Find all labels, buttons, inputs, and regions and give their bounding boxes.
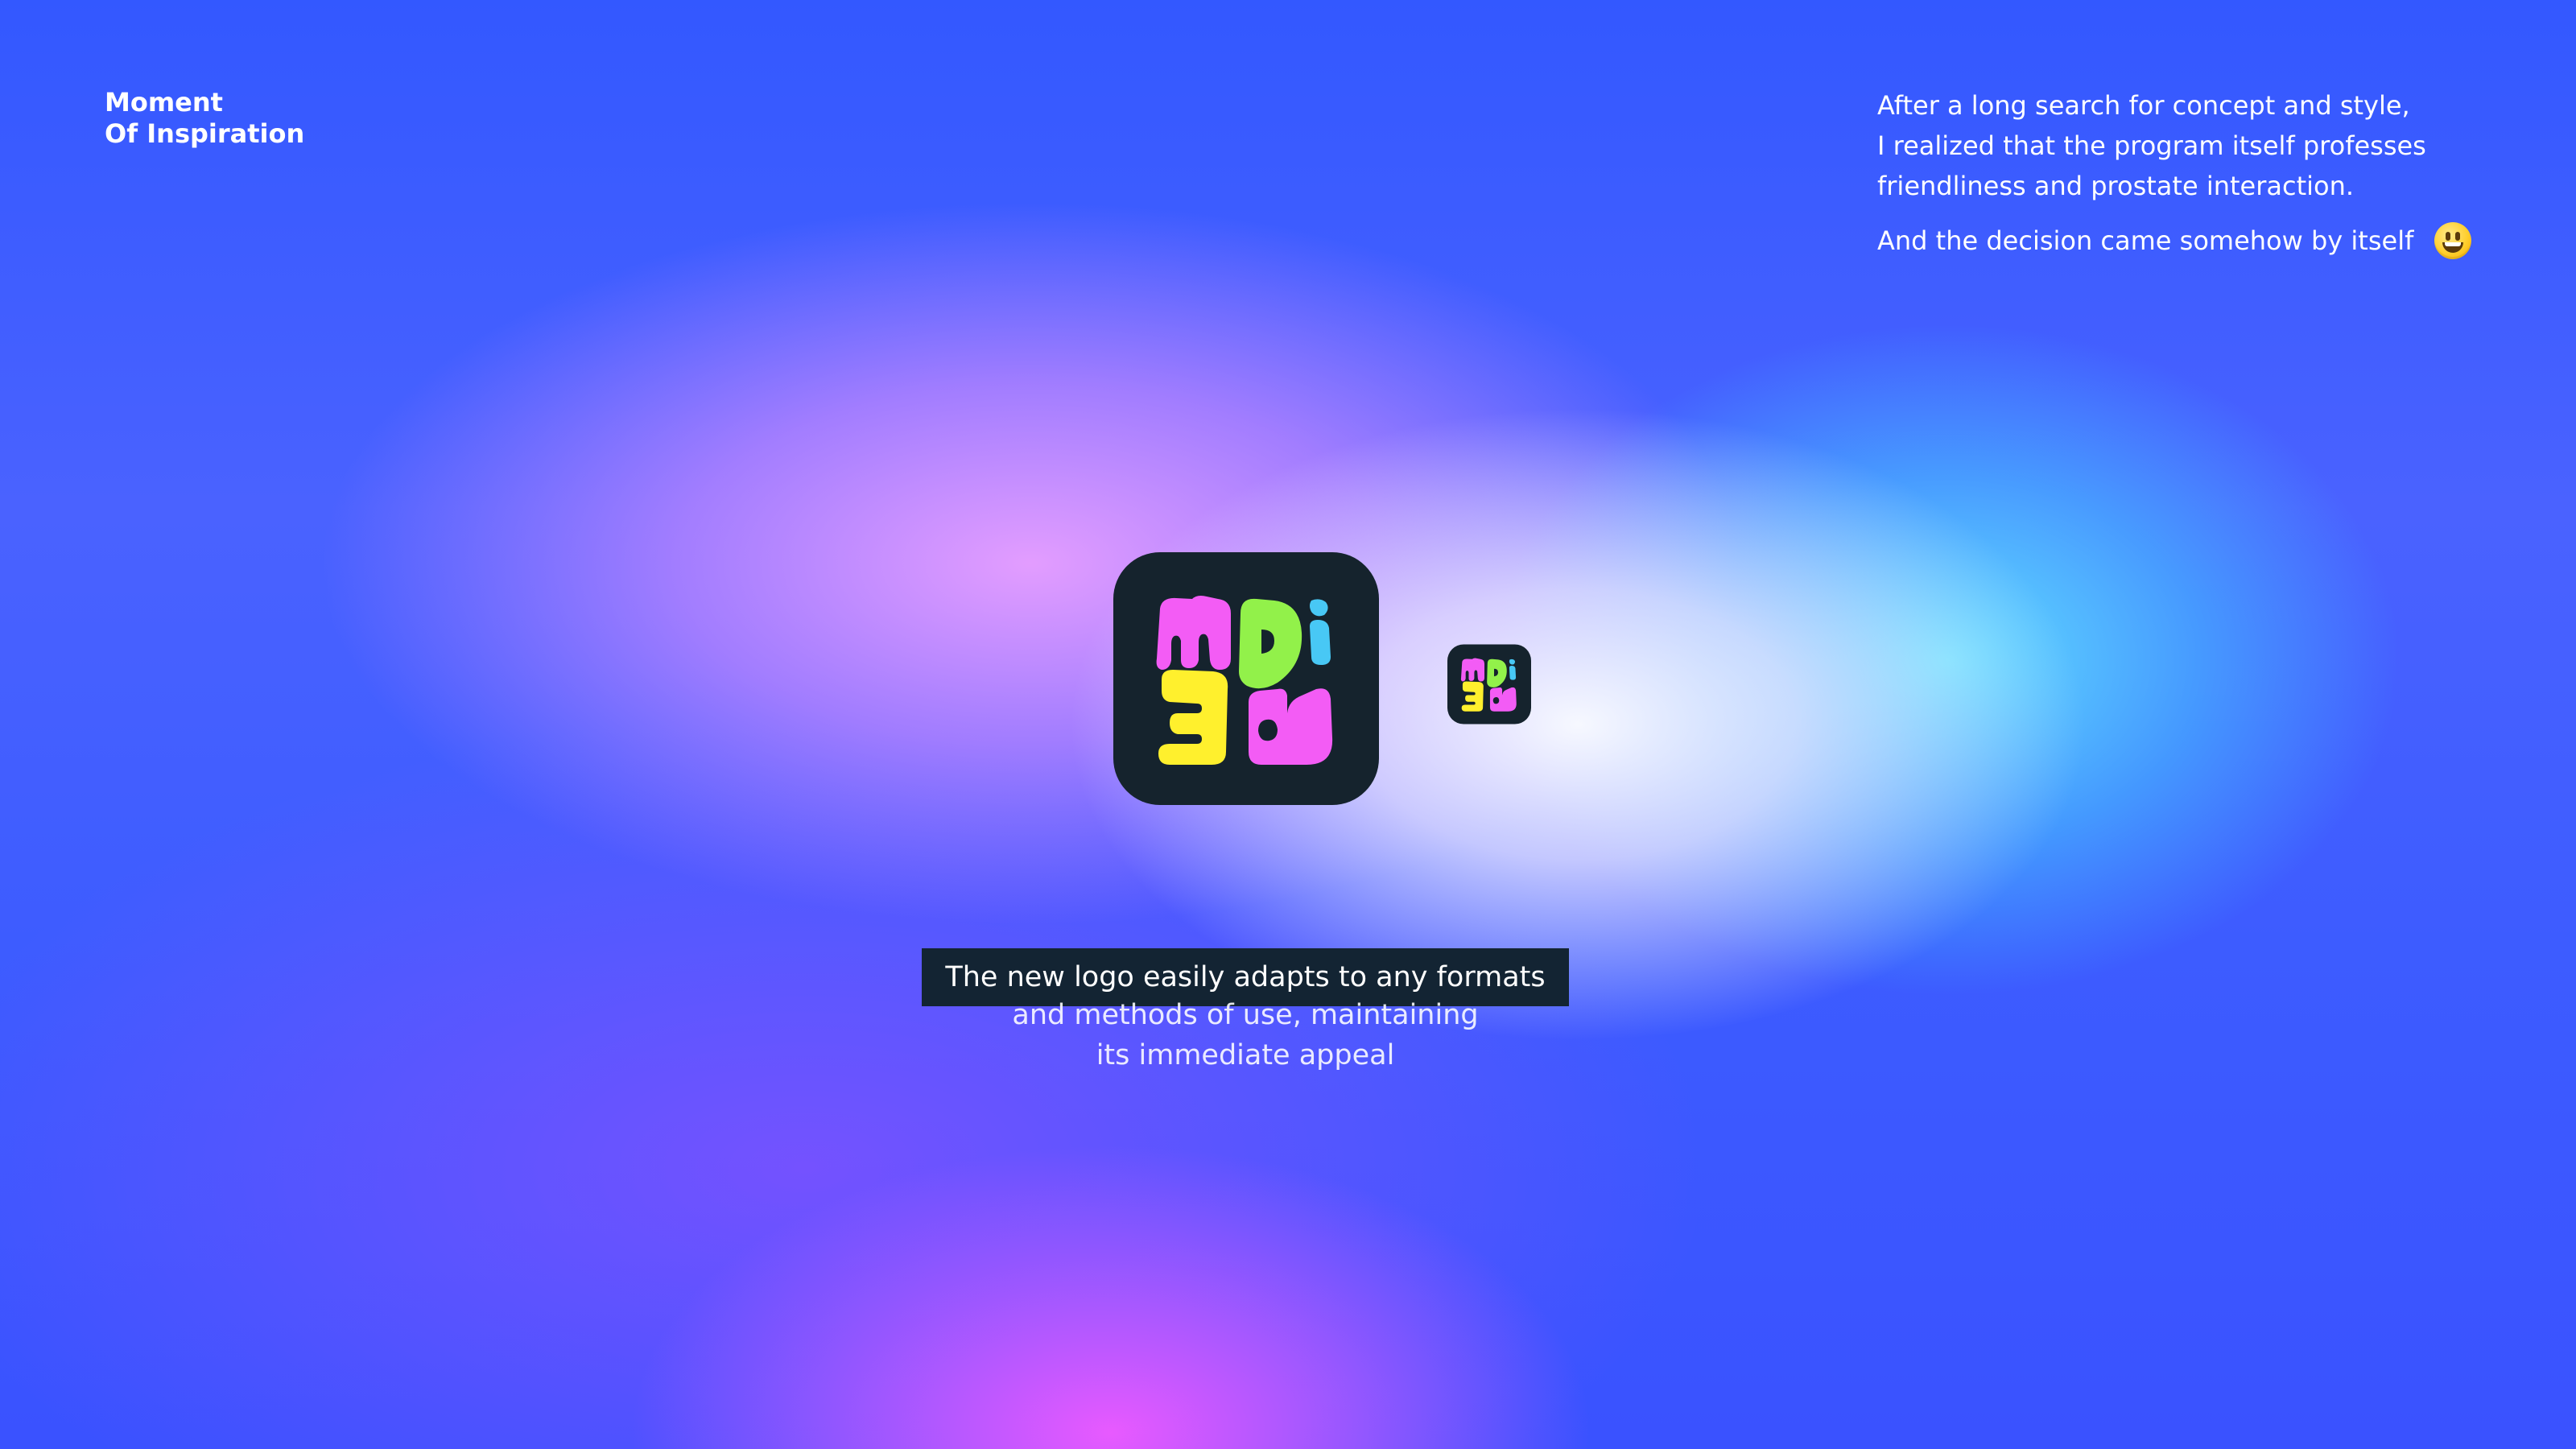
app-logo-small bbox=[1447, 644, 1531, 724]
intro-line-1: After a long search for concept and styl… bbox=[1877, 90, 2410, 121]
intro-text: After a long search for concept and styl… bbox=[1877, 85, 2537, 261]
intro-decision-text: And the decision came somehow by itself bbox=[1877, 225, 2414, 256]
caption-line-3: its immediate appeal bbox=[1096, 1039, 1395, 1071]
page-title-line-2: Of Inspiration bbox=[105, 118, 305, 149]
page-title-line-1: Moment bbox=[105, 87, 223, 118]
caption-line-2: and methods of use, maintaining bbox=[1012, 999, 1479, 1031]
intro-line-3: friendliness and prostate interaction. bbox=[1877, 171, 2355, 201]
logo-caption: The new logo easily adapts to any format… bbox=[922, 948, 1569, 1075]
intro-decision: And the decision came somehow by itself bbox=[1877, 221, 2537, 261]
app-logo-large bbox=[1113, 552, 1379, 805]
intro-line-2: I realized that the program itself profe… bbox=[1877, 130, 2426, 161]
smiling-face-icon bbox=[2434, 222, 2472, 259]
page-title: Moment Of Inspiration bbox=[105, 87, 304, 150]
